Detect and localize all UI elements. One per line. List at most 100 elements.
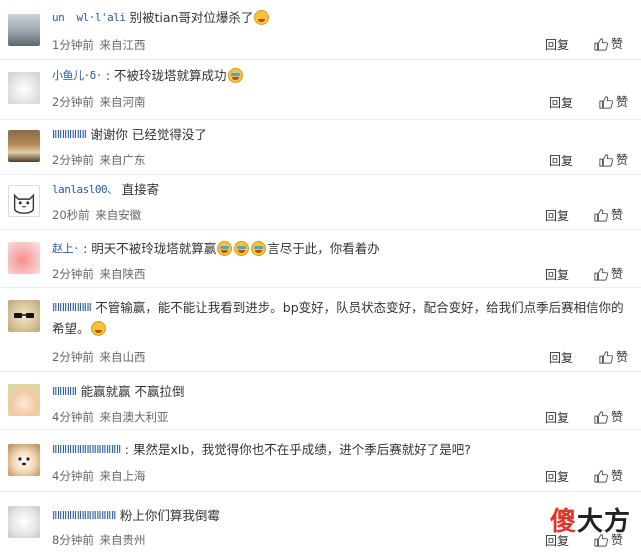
like-button[interactable]: 赞 [599, 348, 628, 365]
username[interactable]: 赵上· [52, 240, 80, 257]
like-button[interactable]: 赞 [594, 467, 623, 484]
comment-text-continued: 言尽于此，你看着办 [267, 241, 380, 256]
tears-emoji-icon [251, 241, 267, 256]
reply-button[interactable]: 回复 [549, 349, 573, 366]
comment-location: 来自澳大利亚 [99, 410, 169, 424]
sunglasses-icon [14, 313, 34, 318]
comment-text: : 不被玲珑塔就算成功 [105, 68, 227, 83]
like-button[interactable]: 赞 [599, 151, 628, 168]
comment-location: 来自安徽 [95, 208, 142, 222]
thumbs-up-icon [594, 267, 608, 281]
comment-location: 来自上海 [99, 469, 146, 483]
comment-item: ⅡⅡⅡⅡⅡⅡⅡⅡⅡⅡⅡⅡⅡⅡ : 果然是xlb，我觉得你也不在乎成绩，进个季后赛… [0, 430, 641, 492]
comment-time: 20秒前 [52, 208, 90, 222]
like-button[interactable]: 赞 [594, 265, 623, 282]
username[interactable]: 小鱼儿·δ· [52, 67, 102, 84]
like-label: 赞 [611, 267, 624, 281]
comment-time: 2分钟前 [52, 95, 94, 109]
thumbs-up-icon [599, 350, 613, 364]
comment-location: 来自河南 [99, 95, 146, 109]
dog-icon [18, 457, 30, 466]
watermark-part-2: 大方 [576, 507, 631, 537]
tears-emoji-icon [234, 241, 250, 256]
username[interactable]: ⅡⅡⅡⅡⅡⅡⅡⅡⅡⅡⅡⅡⅡ [52, 507, 116, 524]
reply-button[interactable]: 回复 [549, 94, 573, 111]
comment-location: 来自陕西 [99, 267, 146, 281]
comment-item: ⅡⅡⅡⅡⅡⅡⅡⅡⅡⅡⅡⅡⅡ 粉上你们算我倒霉 8分钟前 来自贵州 回复 赞 [0, 492, 641, 552]
like-button[interactable]: 赞 [594, 408, 623, 425]
username[interactable]: un wl·l'ali [52, 9, 126, 26]
like-button[interactable]: 赞 [599, 93, 628, 110]
avatar[interactable] [8, 130, 40, 162]
comment-time: 2分钟前 [52, 350, 94, 364]
like-button[interactable]: 赞 [594, 206, 623, 223]
like-label: 赞 [611, 410, 624, 424]
username[interactable]: ⅡⅡⅡⅡⅡⅡⅡⅡ [52, 297, 92, 318]
avatar[interactable] [8, 185, 40, 217]
comment-meta: 8分钟前 来自贵州 [52, 532, 145, 548]
reply-button[interactable]: 回复 [545, 207, 569, 224]
reply-button[interactable]: 回复 [545, 36, 569, 53]
username[interactable]: lanlasl00、 [52, 181, 118, 198]
comment-time: 2分钟前 [52, 153, 94, 167]
comment-meta: 2分钟前 来自河南 [52, 94, 145, 110]
comment-meta: 4分钟前 来自澳大利亚 [52, 409, 168, 425]
comment-text: 粉上你们算我倒霉 [119, 508, 220, 523]
thumbs-up-icon [594, 37, 608, 51]
like-label: 赞 [616, 153, 629, 167]
comment-item: un wl·l'ali 别被tian哥对位爆杀了 1分钟前 来自江西 回复 赞 [0, 0, 641, 60]
reply-button[interactable]: 回复 [545, 409, 569, 426]
username[interactable]: ⅡⅡⅡⅡⅡⅡⅡ [52, 126, 87, 143]
like-label: 赞 [611, 208, 624, 222]
comment-time: 1分钟前 [52, 38, 94, 52]
grin-emoji-icon [254, 10, 270, 25]
comment-meta: 4分钟前 来自上海 [52, 468, 145, 484]
thumbs-up-icon [594, 469, 608, 483]
comment-text: 别被tian哥对位爆杀了 [129, 10, 254, 25]
comment-text: 直接寄 [121, 182, 160, 197]
avatar[interactable] [8, 242, 40, 274]
comment-location: 来自贵州 [99, 533, 146, 547]
like-label: 赞 [616, 95, 629, 109]
comment-meta: 2分钟前 来自陕西 [52, 266, 145, 282]
comment-location: 来自广东 [99, 153, 146, 167]
comment-item: ⅡⅡⅡⅡⅡⅡⅡ 谢谢你 已经觉得没了 2分钟前 来自广东 回复 赞 [0, 120, 641, 175]
username[interactable]: ⅡⅡⅡⅡⅡⅡⅡⅡⅡⅡⅡⅡⅡⅡ [52, 441, 121, 458]
thumbs-up-icon [599, 95, 613, 109]
comment-location: 来自江西 [99, 38, 146, 52]
comment-meta: 2分钟前 来自广东 [52, 152, 145, 168]
tears-emoji-icon [227, 68, 243, 83]
username[interactable]: ⅡⅡⅡⅡⅡ [52, 383, 77, 400]
reply-button[interactable]: 回复 [545, 468, 569, 485]
avatar[interactable] [8, 72, 40, 104]
avatar[interactable] [8, 384, 40, 416]
comment-time: 2分钟前 [52, 267, 94, 281]
avatar[interactable] [8, 506, 40, 538]
comment-text: 不管输赢，能不能让我看到进步。bp变好，队员状态变好，配合变好，给我们点季后赛相… [52, 300, 624, 336]
reply-button[interactable]: 回复 [545, 266, 569, 283]
like-button[interactable]: 赞 [594, 35, 623, 52]
like-label: 赞 [611, 37, 624, 51]
comment-item: ⅡⅡⅡⅡⅡⅡⅡⅡ 不管输赢，能不能让我看到进步。bp变好，队员状态变好，配合变好… [0, 288, 641, 372]
like-label: 赞 [611, 469, 624, 483]
thumbs-up-icon [594, 410, 608, 424]
avatar[interactable] [8, 444, 40, 476]
comment-item: 小鱼儿·δ· : 不被玲珑塔就算成功 2分钟前 来自河南 回复 赞 [0, 60, 641, 120]
watermark: 傻大方 [550, 501, 631, 538]
cat-icon [13, 193, 35, 214]
reply-button[interactable]: 回复 [549, 152, 573, 169]
comment-time: 4分钟前 [52, 469, 94, 483]
like-label: 赞 [616, 350, 629, 364]
comment-item: 赵上· : 明天不被玲珑塔就算赢 言尽于此，你看着办 2分钟前 来自陕西 回复 赞 [0, 230, 641, 288]
comment-time: 8分钟前 [52, 533, 94, 547]
watermark-part-1: 傻 [549, 507, 577, 537]
avatar[interactable] [8, 300, 40, 332]
grin-emoji-icon [90, 321, 106, 336]
comment-meta: 20秒前 来自安徽 [52, 207, 141, 223]
comment-meta: 1分钟前 来自江西 [52, 37, 145, 53]
avatar[interactable] [8, 14, 40, 46]
thumbs-up-icon [594, 208, 608, 222]
comment-meta: 2分钟前 来自山西 [52, 349, 145, 365]
comment-item: ⅡⅡⅡⅡⅡ 能赢就赢 不赢拉倒 4分钟前 来自澳大利亚 回复 赞 [0, 372, 641, 430]
comment-text: : 果然是xlb，我觉得你也不在乎成绩，进个季后赛就好了是吧? [124, 442, 471, 457]
